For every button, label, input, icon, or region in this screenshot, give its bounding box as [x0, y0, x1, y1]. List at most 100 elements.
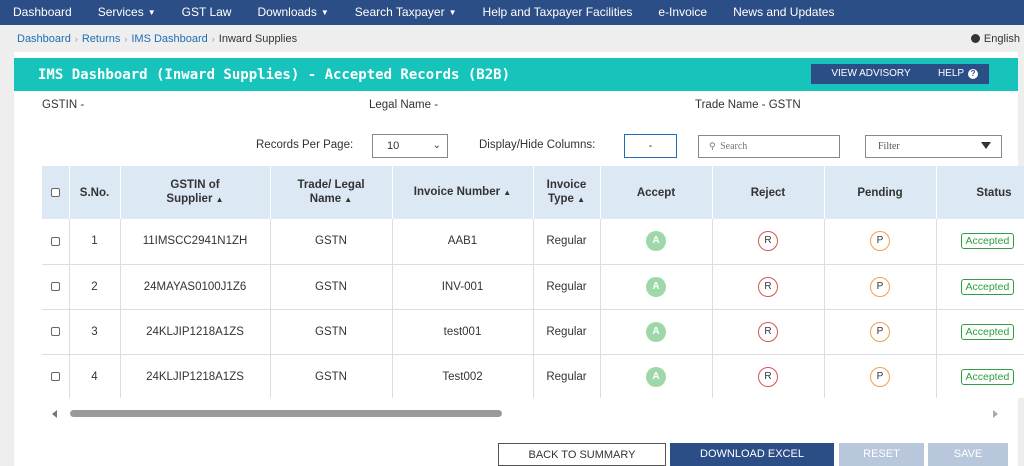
scroll-left-icon[interactable] [52, 410, 57, 418]
records-table: S.No. GSTIN of Supplier ▲ Trade/ Legal Nam… [42, 166, 1024, 398]
table-row: 3 24KLJIP1218A1ZS GSTN test001 Regular A… [42, 309, 1024, 355]
cell-invoice: Test002 [392, 354, 534, 398]
cell-accept: A [600, 309, 713, 355]
cell-status: Accepted [936, 264, 1024, 310]
cell-status: Accepted [936, 309, 1024, 355]
nav-label: News and Updates [733, 5, 835, 19]
sort-up-icon: ▲ [577, 195, 586, 204]
sort-up-icon: ▲ [503, 188, 512, 197]
view-advisory-button[interactable]: VIEW ADVISORY [811, 64, 931, 84]
pending-button[interactable]: P [870, 231, 890, 252]
scroll-right-icon[interactable] [993, 410, 998, 418]
back-to-summary-button[interactable]: BACK TO SUMMARY [498, 443, 666, 466]
col-gstin-line2: Supplier [166, 193, 213, 205]
cell-type: Regular [533, 354, 601, 398]
col-pending: Pending [824, 166, 937, 219]
row-checkbox[interactable] [50, 236, 60, 246]
col-invoice-type-line2: Type [547, 193, 574, 205]
nav-gst-law[interactable]: GST Law [169, 0, 245, 25]
records-per-page-value: 10 [387, 140, 400, 152]
cell-sno: 2 [69, 264, 121, 310]
nav-services[interactable]: Services ▼ [85, 0, 169, 25]
row-checkbox[interactable] [50, 326, 60, 336]
reject-button[interactable]: R [758, 276, 778, 297]
reject-button[interactable]: R [758, 366, 778, 387]
nav-label: Help and Taxpayer Facilities [482, 5, 633, 19]
cell-sno: 1 [69, 219, 121, 265]
row-checkbox[interactable] [50, 281, 60, 291]
records-per-page-select[interactable]: 10 ⌄ [372, 134, 448, 158]
breadcrumb-dashboard[interactable]: Dashboard [17, 33, 71, 45]
chevron-down-icon: ⌄ [432, 140, 441, 151]
col-invoice-type[interactable]: Invoice Type ▲ [533, 166, 601, 219]
sort-up-icon: ▲ [215, 195, 224, 204]
select-all-header [42, 166, 70, 219]
col-invoice-type-line1: Invoice [546, 179, 587, 191]
trade-name-info: Trade Name - GSTN [695, 99, 801, 111]
nav-news-updates[interactable]: News and Updates [720, 0, 847, 25]
save-button[interactable]: SAVE [928, 443, 1008, 466]
table-row: 4 24KLJIP1218A1ZS GSTN Test002 Regular A… [42, 354, 1024, 398]
scrollbar-thumb[interactable] [70, 410, 502, 417]
col-invoice-number[interactable]: Invoice Number ▲ [392, 166, 534, 219]
display-columns-select[interactable]: - [624, 134, 677, 158]
accept-button[interactable]: A [646, 231, 666, 252]
nav-e-invoice[interactable]: e-Invoice [645, 0, 720, 25]
breadcrumb-ims-dashboard[interactable]: IMS Dashboard [131, 33, 207, 45]
table-header-row: S.No. GSTIN of Supplier ▲ Trade/ Legal Nam… [42, 166, 1024, 219]
language-selector[interactable]: English [970, 25, 1020, 52]
search-input[interactable]: ⚲ Search [698, 135, 840, 158]
pending-button[interactable]: P [870, 276, 890, 297]
top-nav: Dashboard Services ▼ GST Law Downloads ▼ S… [0, 0, 1024, 25]
cell-reject: R [712, 219, 825, 265]
cell-type: Regular [533, 264, 601, 310]
reject-button[interactable]: R [758, 231, 778, 252]
status-badge: Accepted [960, 323, 1015, 340]
cell-status: Accepted [936, 219, 1024, 265]
col-sno: S.No. [69, 166, 121, 219]
help-button[interactable]: HELP ? [927, 64, 989, 84]
cell-reject: R [712, 264, 825, 310]
cell-accept: A [600, 264, 713, 310]
breadcrumb: Dashboard › Returns › IMS Dashboard › In… [0, 25, 1024, 52]
horizontal-scrollbar[interactable] [42, 407, 1006, 420]
cell-reject: R [712, 354, 825, 398]
row-select-cell [42, 354, 70, 398]
nav-help-facilities[interactable]: Help and Taxpayer Facilities [470, 0, 646, 25]
table-row: 2 24MAYAS0100J1Z6 GSTN INV-001 Regular A… [42, 264, 1024, 310]
download-excel-button[interactable]: DOWNLOAD EXCEL [670, 443, 834, 466]
nav-search-taxpayer[interactable]: Search Taxpayer ▼ [342, 0, 470, 25]
reset-button[interactable]: RESET [839, 443, 924, 466]
breadcrumb-returns[interactable]: Returns [82, 33, 121, 45]
chevron-right-icon: › [211, 33, 215, 44]
accept-button[interactable]: A [646, 276, 666, 297]
accept-button[interactable]: A [646, 321, 666, 342]
cell-sno: 4 [69, 354, 121, 398]
col-trade-line1: Trade/ Legal [297, 179, 365, 191]
page-gutter-left [0, 52, 14, 466]
nav-label: e-Invoice [658, 5, 708, 19]
col-gstin-line1: GSTIN of [170, 179, 220, 191]
status-badge: Accepted [960, 233, 1015, 250]
globe-icon [970, 34, 980, 43]
reject-button[interactable]: R [758, 321, 778, 342]
cell-invoice: INV-001 [392, 264, 534, 310]
filter-select[interactable]: Filter [865, 135, 1002, 158]
row-checkbox[interactable] [50, 371, 60, 381]
sort-up-icon: ▲ [344, 195, 353, 204]
status-badge: Accepted [960, 278, 1015, 295]
row-select-cell [42, 309, 70, 355]
cell-accept: A [600, 219, 713, 265]
pending-button[interactable]: P [870, 366, 890, 387]
nav-downloads[interactable]: Downloads ▼ [244, 0, 341, 25]
nav-label: Downloads [257, 5, 317, 19]
accept-button[interactable]: A [646, 366, 666, 387]
col-gstin[interactable]: GSTIN of Supplier ▲ [120, 166, 271, 219]
help-label: HELP [937, 68, 965, 79]
row-select-cell [42, 219, 70, 265]
col-trade-name[interactable]: Trade/ Legal Name ▲ [270, 166, 393, 219]
select-all-checkbox[interactable] [50, 187, 60, 197]
pending-button[interactable]: P [870, 321, 890, 342]
cell-gstin: 24KLJIP1218A1ZS [120, 309, 271, 355]
nav-dashboard[interactable]: Dashboard [0, 0, 85, 25]
